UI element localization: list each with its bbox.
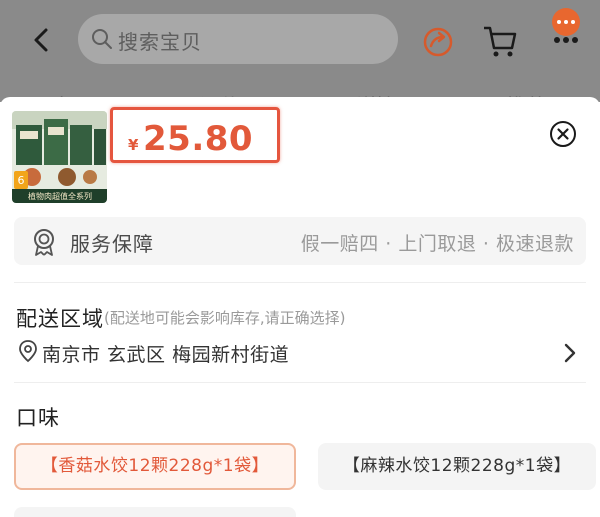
thumbnail-caption: 植物肉超值全系列 — [28, 191, 92, 201]
cart-icon[interactable] — [480, 22, 520, 60]
delivery-address[interactable]: 南京市 玄武区 梅园新村街道 — [42, 340, 289, 367]
search-placeholder: 搜索宝贝 — [118, 30, 202, 54]
flavor-title: 口味 — [16, 406, 60, 430]
thumbnail-badge: 6 — [18, 174, 25, 187]
chevron-right-icon[interactable] — [562, 341, 578, 365]
close-icon — [550, 121, 576, 147]
service-guarantee-bar[interactable]: 服务保障 假一赔四 · 上门取退 · 极速退款 — [14, 217, 586, 265]
product-thumbnail[interactable]: 6 植物肉超值全系列 — [12, 111, 107, 203]
divider — [14, 382, 586, 383]
product-image: 6 植物肉超值全系列 — [12, 111, 107, 203]
location-pin-icon — [19, 340, 37, 363]
service-title: 服务保障 — [70, 232, 154, 256]
service-description: 假一赔四 · 上门取退 · 极速退款 — [300, 233, 574, 255]
more-icon[interactable] — [546, 8, 586, 48]
divider — [14, 282, 586, 283]
share-icon[interactable] — [420, 24, 456, 60]
flavor-option-spicy[interactable]: 【麻辣水饺12颗228g*1袋】 — [318, 443, 596, 490]
price-value: 25.80 — [143, 119, 254, 159]
delivery-area-title: 配送区域 — [16, 307, 104, 331]
back-arrow-icon — [34, 28, 48, 52]
badge-icon — [34, 229, 54, 256]
back-button[interactable] — [24, 22, 60, 58]
flavor-option-partial[interactable] — [14, 507, 296, 517]
price-highlight: ¥ 25.80 — [110, 107, 280, 163]
delivery-area-hint: (配送地可能会影响库存,请正确选择) — [104, 309, 346, 327]
close-button[interactable] — [549, 120, 577, 148]
sku-selector-sheet: 6 植物肉超值全系列 ¥ 25.80 服务保障 假一赔四 · 上门取退 · 极速… — [0, 97, 600, 517]
flavor-option-mushroom[interactable]: 【香菇水饺12颗228g*1袋】 — [14, 443, 296, 490]
search-bar[interactable]: 搜索宝贝 — [78, 14, 398, 64]
page-backdrop[interactable]: 搜索宝贝 宝贝 评价 详情 推荐 — [0, 0, 600, 102]
search-icon — [92, 29, 112, 49]
price-currency: ¥ — [128, 136, 139, 154]
